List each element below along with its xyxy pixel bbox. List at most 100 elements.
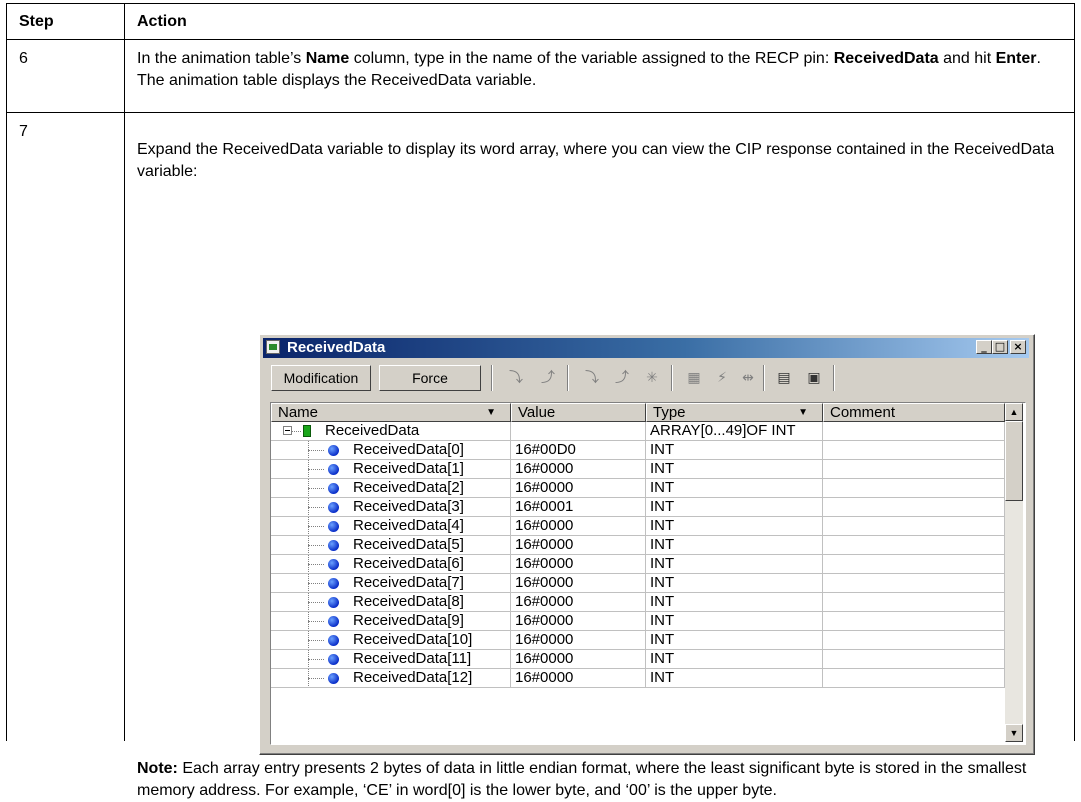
column-header-comment[interactable]: Comment <box>823 403 1005 422</box>
cell-name: ReceivedData[0] <box>271 441 511 460</box>
force-falling-edge-icon[interactable]: ⤵ <box>583 369 601 387</box>
table-row[interactable]: ReceivedData[10] 16#0000 INT <box>271 631 1005 650</box>
tree-connector <box>308 659 324 660</box>
modification-button[interactable]: Modification <box>271 365 371 391</box>
note-text: Each array entry presents 2 bytes of dat… <box>137 760 1027 799</box>
int-variable-icon <box>328 597 339 608</box>
cell-value[interactable]: 16#0000 <box>511 574 646 593</box>
tree-connector <box>292 431 301 432</box>
cell-value[interactable]: 16#0000 <box>511 650 646 669</box>
cell-value[interactable]: 16#0000 <box>511 593 646 612</box>
cell-comment[interactable] <box>823 422 1005 441</box>
table-row[interactable]: ReceivedData[3] 16#0001 INT <box>271 498 1005 517</box>
variable-name: ReceivedData[2] <box>353 479 464 496</box>
action-7-intro: Expand the ReceivedData variable to disp… <box>137 141 1055 180</box>
cell-value[interactable]: 16#00D0 <box>511 441 646 460</box>
table-row[interactable]: ReceivedData[7] 16#0000 INT <box>271 574 1005 593</box>
unforce-icon[interactable]: ✳ <box>643 369 661 387</box>
cell-value[interactable]: 16#0000 <box>511 479 646 498</box>
cell-comment[interactable] <box>823 555 1005 574</box>
cell-type: ARRAY[0...49]OF INT <box>646 422 823 441</box>
cell-comment[interactable] <box>823 536 1005 555</box>
cell-value[interactable]: 16#0000 <box>511 555 646 574</box>
maximize-button[interactable]: □ <box>992 340 1008 354</box>
close-button[interactable]: × <box>1010 340 1026 354</box>
cell-comment[interactable] <box>823 479 1005 498</box>
int-variable-icon <box>328 673 339 684</box>
cell-comment[interactable] <box>823 498 1005 517</box>
table-row[interactable]: ReceivedData[5] 16#0000 INT <box>271 536 1005 555</box>
table-row[interactable]: ReceivedData[9] 16#0000 INT <box>271 612 1005 631</box>
cell-comment[interactable] <box>823 650 1005 669</box>
cell-comment[interactable] <box>823 574 1005 593</box>
table-row[interactable]: ReceivedData[0] 16#00D0 INT <box>271 441 1005 460</box>
vertical-scrollbar[interactable]: ▲ ▼ <box>1005 403 1023 742</box>
ascii-format-icon[interactable]: ▣ <box>805 369 823 387</box>
scroll-thumb[interactable] <box>1005 421 1023 501</box>
action-6-text3: and hit <box>938 50 996 67</box>
display-format-icon[interactable]: ▤ <box>775 369 793 387</box>
tree-connector <box>308 640 324 641</box>
minimize-button[interactable]: _ <box>976 340 992 354</box>
cell-name: ReceivedData <box>271 422 511 441</box>
int-variable-icon <box>328 502 339 513</box>
force-rising-edge-icon[interactable]: ⤴ <box>613 369 631 387</box>
cell-comment[interactable] <box>823 517 1005 536</box>
table-view-icon[interactable]: ▦ <box>685 369 703 387</box>
cell-type: INT <box>646 479 823 498</box>
note-label: Note: <box>137 760 178 777</box>
table-row[interactable]: ReceivedData[2] 16#0000 INT <box>271 479 1005 498</box>
force-button[interactable]: Force <box>379 365 481 391</box>
cell-comment[interactable] <box>823 460 1005 479</box>
cell-comment[interactable] <box>823 593 1005 612</box>
cell-value[interactable]: 16#0000 <box>511 517 646 536</box>
cell-comment[interactable] <box>823 631 1005 650</box>
cell-value[interactable] <box>511 422 646 441</box>
toolbar-separator <box>763 365 765 391</box>
dropdown-arrow-icon[interactable]: ▼ <box>486 404 496 422</box>
column-header-name[interactable]: Name ▼ <box>271 403 511 422</box>
cell-value[interactable]: 16#0000 <box>511 631 646 650</box>
int-variable-icon <box>328 521 339 532</box>
cell-value[interactable]: 16#0000 <box>511 536 646 555</box>
cell-comment[interactable] <box>823 612 1005 631</box>
cell-type: INT <box>646 555 823 574</box>
cell-name: ReceivedData[6] <box>271 555 511 574</box>
tree-connector <box>308 602 324 603</box>
action-6-text2: column, type in the name of the variable… <box>349 50 834 67</box>
set-falling-edge-icon[interactable]: ⤵ <box>507 369 525 387</box>
tree-connector <box>308 507 324 508</box>
set-rising-edge-icon[interactable]: ⤴ <box>539 369 557 387</box>
scroll-down-icon[interactable]: ▼ <box>1005 724 1023 742</box>
cell-name: ReceivedData[12] <box>271 669 511 688</box>
window-titlebar[interactable]: ReceivedData _ □ × <box>263 338 1029 358</box>
action-6-text1: In the animation table’s <box>137 50 306 67</box>
table-row[interactable]: ReceivedData[4] 16#0000 INT <box>271 517 1005 536</box>
int-variable-icon <box>328 616 339 627</box>
bracket-icon[interactable]: ⇹ <box>739 369 757 387</box>
toolbar-separator <box>567 365 569 391</box>
cell-value[interactable]: 16#0000 <box>511 612 646 631</box>
variable-name: ReceivedData[1] <box>353 460 464 477</box>
table-row[interactable]: ReceivedData[6] 16#0000 INT <box>271 555 1005 574</box>
table-row[interactable]: ReceivedData[1] 16#0000 INT <box>271 460 1005 479</box>
table-row[interactable]: ReceivedData[11] 16#0000 INT <box>271 650 1005 669</box>
cell-value[interactable]: 16#0000 <box>511 669 646 688</box>
lightning-icon[interactable]: ⚡ <box>713 369 731 387</box>
collapse-icon[interactable] <box>283 426 292 435</box>
table-row[interactable]: ReceivedData[12] 16#0000 INT <box>271 669 1005 688</box>
cell-comment[interactable] <box>823 441 1005 460</box>
cell-name: ReceivedData[11] <box>271 650 511 669</box>
dropdown-arrow-icon[interactable]: ▼ <box>798 404 808 422</box>
table-row-root[interactable]: ReceivedData ARRAY[0...49]OF INT <box>271 422 1005 441</box>
cell-comment[interactable] <box>823 669 1005 688</box>
variable-name: ReceivedData[12] <box>353 669 473 686</box>
table-row[interactable]: ReceivedData[8] 16#0000 INT <box>271 593 1005 612</box>
scroll-up-icon[interactable]: ▲ <box>1005 403 1023 421</box>
int-variable-icon <box>328 559 339 570</box>
column-header-value[interactable]: Value <box>511 403 646 422</box>
cell-value[interactable]: 16#0000 <box>511 460 646 479</box>
column-header-type[interactable]: Type ▼ <box>646 403 823 422</box>
window-title: ReceivedData <box>287 339 386 356</box>
cell-value[interactable]: 16#0001 <box>511 498 646 517</box>
